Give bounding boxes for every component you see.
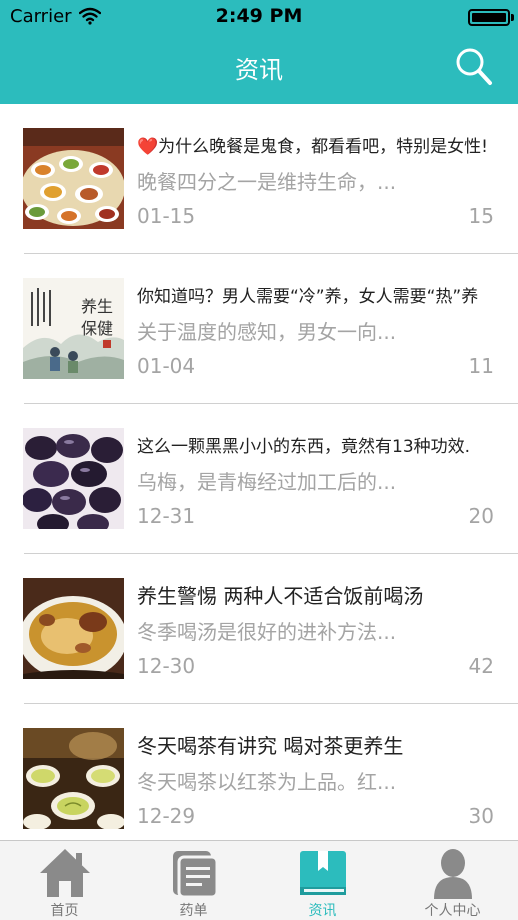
battery-tip xyxy=(511,14,514,21)
list-item[interactable]: 这么一颗黑黑小小的东西，竟然有13种功效. 乌梅，是青梅经过加工后的... 12… xyxy=(0,404,518,554)
item-title: 这么一颗黑黑小小的东西，竟然有13种功效. xyxy=(137,437,471,457)
item-title: ❤️为什么晚餐是鬼食，都看看吧，特别是女性! xyxy=(137,137,488,157)
item-summary: 晚餐四分之一是维持生命，... xyxy=(137,170,397,194)
list-item[interactable]: 冬天喝茶有讲究 喝对茶更养生 冬天喝茶以红茶为上品。红... 12-29 30 xyxy=(0,704,518,840)
item-summary: 关于温度的感知，男女一向... xyxy=(137,320,397,344)
tab-label: 资讯 xyxy=(308,903,337,919)
tab-label: 个人中心 xyxy=(424,903,481,919)
tab-bar: 首页 药单 资讯 个人中心 xyxy=(0,840,518,920)
page-title: 资讯 xyxy=(235,56,283,84)
search-icon xyxy=(456,48,492,85)
item-view-count: 30 xyxy=(468,804,494,828)
item-date: 12-30 xyxy=(137,654,196,678)
item-summary: 乌梅，是青梅经过加工后的... xyxy=(137,470,397,494)
item-date: 12-31 xyxy=(137,504,196,528)
item-summary: 冬天喝茶以红茶为上品。红... xyxy=(137,770,397,794)
item-title: 养生警惕 两种人不适合饭前喝汤 xyxy=(137,584,424,608)
dried-plums-photo xyxy=(23,428,124,529)
item-summary: 冬季喝汤是很好的进补方法... xyxy=(137,620,397,644)
item-view-count: 15 xyxy=(468,204,494,228)
item-date: 12-29 xyxy=(137,804,196,828)
item-title: 冬天喝茶有讲究 喝对茶更养生 xyxy=(137,734,404,758)
item-view-count: 42 xyxy=(468,654,494,678)
item-title: 你知道吗？男人需要“冷”养，女人需要“热”养 xyxy=(137,287,479,307)
list-item[interactable]: 养生 保健 你知道吗？男人需要“冷”养，女人需要“热”养 关于温度的感知，男女一… xyxy=(0,254,518,404)
svg-text:保健: 保健 xyxy=(81,319,113,338)
status-bar: Carrier 2:49 PM xyxy=(0,0,518,34)
home-icon xyxy=(0,847,129,901)
tab-news[interactable]: 资讯 xyxy=(258,841,387,920)
search-button[interactable] xyxy=(454,46,494,88)
item-date: 01-04 xyxy=(137,354,196,378)
person-icon xyxy=(388,847,517,901)
list-item[interactable]: 养生警惕 两种人不适合饭前喝汤 冬季喝汤是很好的进补方法... 12-30 42 xyxy=(0,554,518,704)
news-feed[interactable]: ❤️为什么晚餐是鬼食，都看看吧，特别是女性! 晚餐四分之一是维持生命，... 0… xyxy=(0,104,518,840)
list-item[interactable]: ❤️为什么晚餐是鬼食，都看看吧，特别是女性! 晚餐四分之一是维持生命，... 0… xyxy=(0,104,518,254)
dinner-table-photo xyxy=(23,128,124,229)
tab-profile[interactable]: 个人中心 xyxy=(388,841,517,920)
battery-icon xyxy=(468,9,510,26)
item-view-count: 20 xyxy=(468,504,494,528)
tab-home[interactable]: 首页 xyxy=(0,841,129,920)
tab-prescription[interactable]: 药单 xyxy=(129,841,258,920)
tab-label: 首页 xyxy=(50,903,79,919)
header: Carrier 2:49 PM 资讯 xyxy=(0,0,518,104)
tab-label: 药单 xyxy=(179,903,208,919)
item-view-count: 11 xyxy=(468,354,494,378)
status-time: 2:49 PM xyxy=(215,5,303,27)
svg-text:养生: 养生 xyxy=(81,297,113,316)
wellness-painting: 养生 保健 xyxy=(23,278,124,379)
document-icon xyxy=(129,847,258,901)
tea-cups-photo xyxy=(23,728,124,829)
book-icon xyxy=(258,847,387,901)
item-date: 01-15 xyxy=(137,204,196,228)
chicken-soup-photo xyxy=(23,578,124,679)
